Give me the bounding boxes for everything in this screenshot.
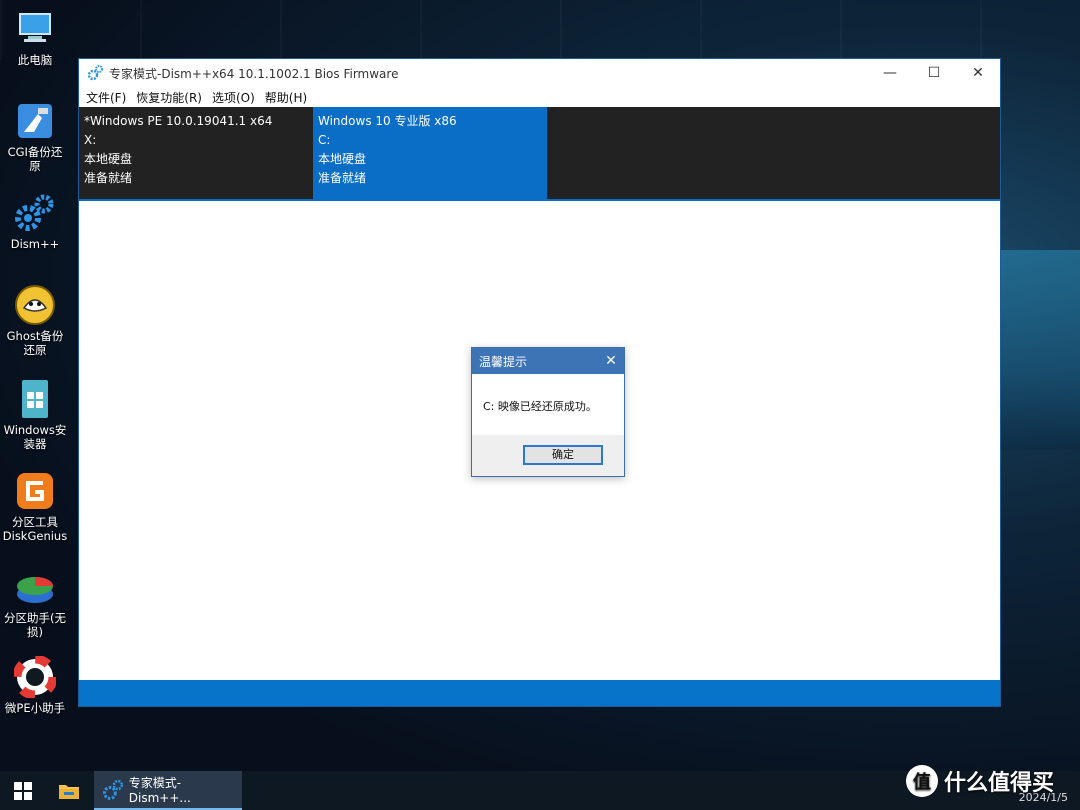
close-button[interactable]: ✕ bbox=[956, 59, 1000, 87]
desktop-icon-this-pc[interactable]: 此电脑 bbox=[2, 8, 68, 67]
wallpaper-aquarium bbox=[1000, 250, 1080, 450]
maximize-button[interactable]: ☐ bbox=[912, 59, 956, 87]
dialog-message: C: 映像已经还原成功。 bbox=[483, 400, 597, 413]
partition-assistant-icon bbox=[14, 566, 56, 608]
menu-bar: 文件(F) 恢复功能(R) 选项(O) 帮助(H) bbox=[79, 87, 1000, 107]
start-button[interactable] bbox=[0, 771, 46, 810]
os-image-panes: *Windows PE 10.0.19041.1 x64 X: 本地硬盘 准备就… bbox=[79, 107, 1000, 201]
os-pane-win10[interactable]: Windows 10 专业版 x86 C: 本地硬盘 准备就绪 bbox=[313, 107, 547, 199]
desktop-icon-ghost[interactable]: Ghost备份还原 bbox=[2, 284, 68, 357]
os-name: Windows 10 专业版 x86 bbox=[318, 114, 457, 128]
windows-installer-icon bbox=[14, 378, 56, 420]
minimize-button[interactable]: — bbox=[868, 59, 912, 87]
gears-icon bbox=[14, 192, 56, 234]
os-type: 本地硬盘 bbox=[84, 152, 133, 166]
computer-icon bbox=[14, 8, 56, 50]
menu-help[interactable]: 帮助(H) bbox=[260, 89, 312, 106]
windows-logo-icon bbox=[14, 781, 32, 800]
watermark-text: 什么值得买 bbox=[944, 771, 1055, 796]
desktop-icon-wepe-helper[interactable]: 微PE小助手 bbox=[2, 654, 68, 715]
desktop-icon-diskgenius[interactable]: 分区工具DiskGenius bbox=[2, 470, 68, 543]
os-pane-winpe[interactable]: *Windows PE 10.0.19041.1 x64 X: 本地硬盘 准备就… bbox=[79, 107, 313, 199]
menu-restore[interactable]: 恢复功能(R) bbox=[131, 89, 207, 106]
desktop-icon-label: Ghost备份还原 bbox=[6, 329, 64, 357]
desktop-icon-label: CGI备份还原 bbox=[7, 145, 63, 173]
desktop-icon-windows-installer[interactable]: Windows安装器 bbox=[2, 378, 68, 451]
diskgenius-icon bbox=[14, 470, 56, 512]
watermark: 值 什么值得买 bbox=[906, 765, 1054, 797]
backup-restore-icon bbox=[14, 100, 56, 142]
status-bar bbox=[79, 680, 1000, 706]
os-type: 本地硬盘 bbox=[318, 152, 367, 166]
os-status: 准备就绪 bbox=[84, 171, 133, 185]
ghost-icon bbox=[14, 284, 56, 326]
desktop-icon-partition-assistant[interactable]: 分区助手(无损) bbox=[2, 566, 68, 639]
dialog-titlebar[interactable]: 温馨提示 ✕ bbox=[472, 348, 624, 374]
desktop-icon-cgi[interactable]: CGI备份还原 bbox=[2, 100, 68, 173]
desktop-icon-label: 分区助手(无损) bbox=[4, 611, 66, 639]
watermark-badge: 值 bbox=[906, 765, 938, 797]
taskbar-file-explorer[interactable] bbox=[46, 771, 92, 810]
desktop-icon-label: Dism++ bbox=[10, 237, 60, 251]
dialog-title: 温馨提示 bbox=[479, 354, 528, 369]
wallpaper-pattern bbox=[0, 0, 1080, 60]
info-dialog: 温馨提示 ✕ C: 映像已经还原成功。 确定 bbox=[471, 347, 625, 477]
window-titlebar[interactable]: 专家模式-Dism++x64 10.1.1002.1 Bios Firmware… bbox=[79, 59, 1000, 87]
dialog-close-button[interactable]: ✕ bbox=[598, 353, 624, 369]
desktop-icon-label: Windows安装器 bbox=[3, 423, 67, 451]
desktop-icon-label: 此电脑 bbox=[17, 53, 53, 67]
desktop-icon-label: 微PE小助手 bbox=[4, 701, 66, 715]
os-drive: X: bbox=[84, 133, 97, 147]
dialog-footer: 确定 bbox=[472, 435, 624, 476]
desktop-icon-dism[interactable]: Dism++ bbox=[2, 192, 68, 251]
os-status: 准备就绪 bbox=[318, 171, 367, 185]
ok-button[interactable]: 确定 bbox=[523, 445, 603, 465]
taskbar-app-label: 专家模式-Dism++... bbox=[128, 776, 191, 805]
folder-icon bbox=[59, 784, 79, 799]
os-drive: C: bbox=[318, 133, 331, 147]
taskbar-app-dism[interactable]: 专家模式-Dism++... bbox=[94, 771, 242, 810]
window-title: 专家模式-Dism++x64 10.1.1002.1 Bios Firmware bbox=[109, 66, 399, 81]
gears-icon bbox=[87, 65, 103, 81]
gears-icon bbox=[102, 779, 124, 800]
os-name: *Windows PE 10.0.19041.1 x64 bbox=[84, 114, 273, 128]
desktop-icon-label: 分区工具DiskGenius bbox=[2, 515, 68, 543]
menu-file[interactable]: 文件(F) bbox=[81, 89, 131, 106]
lifebuoy-icon bbox=[12, 654, 58, 700]
menu-options[interactable]: 选项(O) bbox=[207, 89, 260, 106]
